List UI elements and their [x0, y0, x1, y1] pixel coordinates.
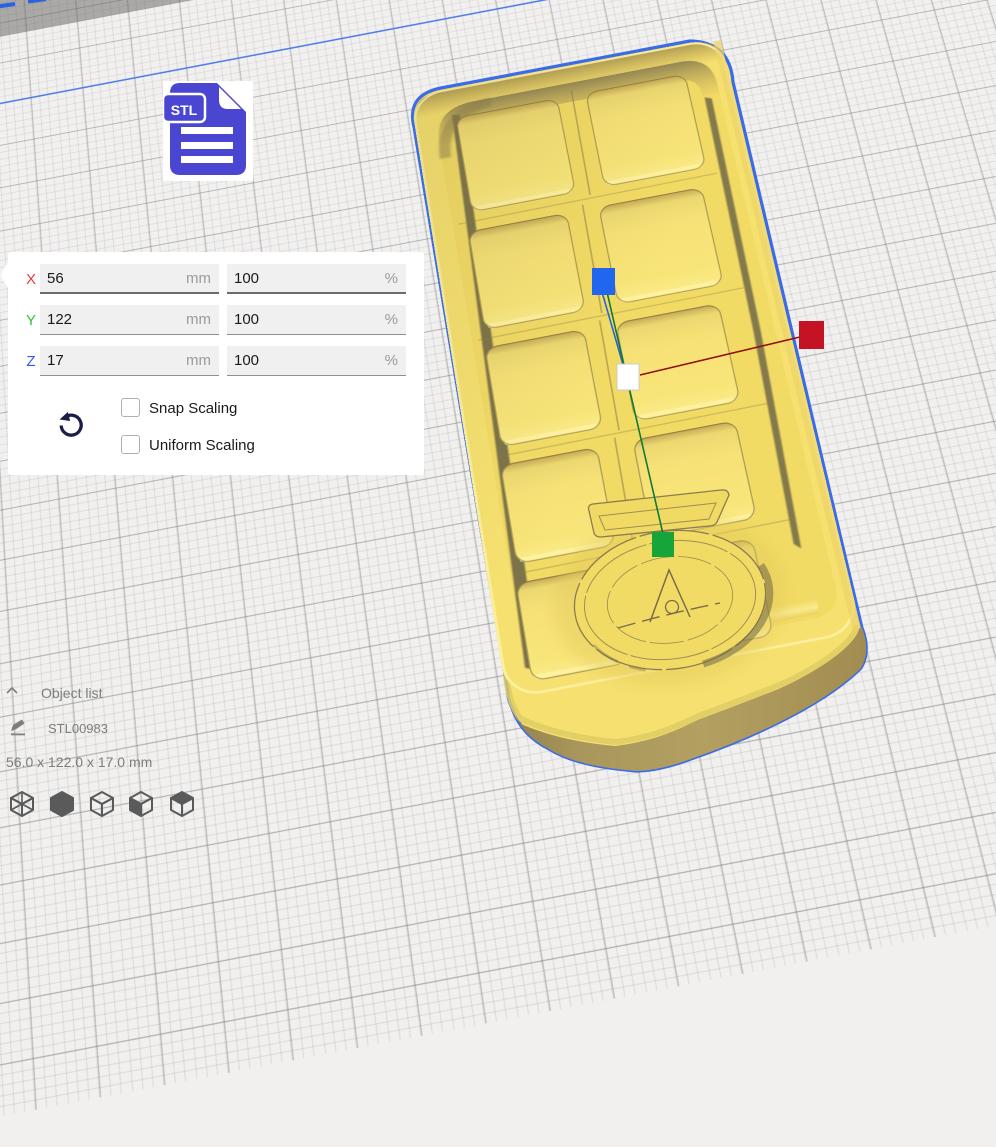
svg-text:STL: STL [171, 102, 198, 118]
